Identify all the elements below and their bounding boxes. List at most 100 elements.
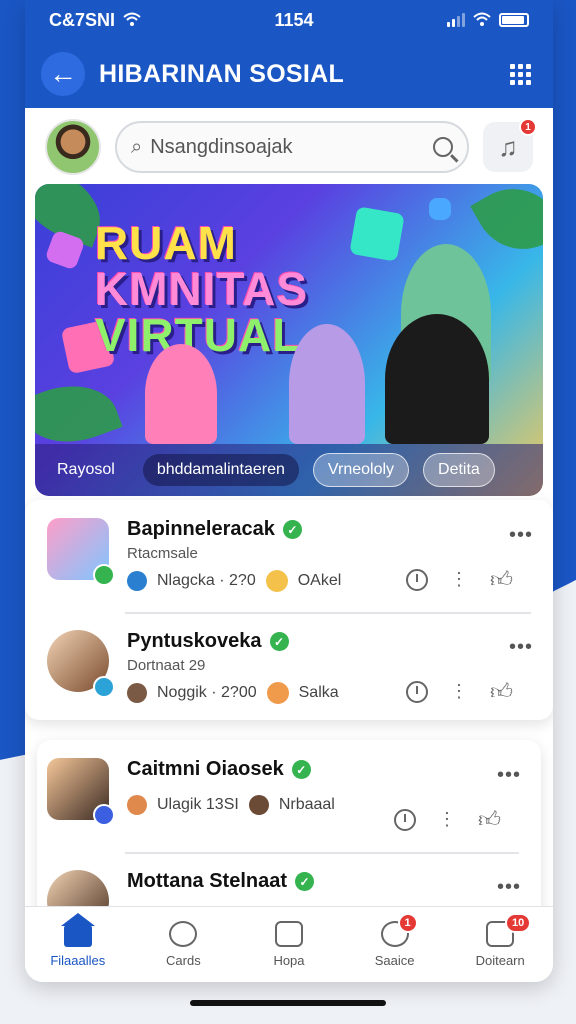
music-note-icon: ♫	[498, 131, 518, 162]
featured-banner[interactable]: RUAM KMNITAS VIRTUAL Rayosol bhddamalint…	[35, 184, 543, 496]
banner-chip[interactable]: Rayosol	[47, 454, 129, 486]
gem-icon	[429, 198, 451, 220]
carrier-label: C&7SNI	[49, 9, 116, 30]
post-subtitle: Dortnaat 29	[127, 657, 206, 674]
search-row: ⌕ Nsangdinsoajak ♫ 1	[25, 108, 553, 184]
verified-icon: ✓	[295, 872, 315, 891]
title-bar: ← HIBARINAN SOSIAL	[25, 40, 553, 108]
app-header: C&7SNI 1154 ← HIBARINAN SOSIAL	[25, 0, 553, 108]
search-placeholder: Nsangdinsoajak	[150, 135, 293, 158]
banner-title: RUAM KMNITAS VIRTUAL	[95, 217, 309, 361]
vertical-dots-icon[interactable]: ⋮	[438, 809, 456, 830]
child-figure	[289, 324, 365, 444]
post-thumbnail[interactable]	[47, 518, 115, 586]
clock-icon[interactable]	[406, 680, 428, 703]
commenter-avatar	[248, 795, 269, 815]
thumbs-up-icon[interactable]: 👍︎	[478, 806, 501, 833]
notification-badge: 1	[397, 913, 418, 933]
commenter-avatar	[127, 571, 147, 591]
adult-figure	[385, 314, 489, 444]
more-options-icon[interactable]: •••	[497, 876, 521, 899]
post-meta-right: OAkel	[297, 572, 342, 589]
vertical-dots-icon[interactable]: ⋮	[450, 569, 468, 590]
more-options-icon[interactable]: •••	[497, 764, 521, 787]
search-input[interactable]: ⌕ Nsangdinsoajak	[115, 121, 469, 173]
game-tile-icon	[349, 206, 405, 262]
vertical-dots-icon[interactable]: ⋮	[450, 681, 468, 702]
post-author: Bapinneleracak	[127, 518, 275, 540]
divider	[125, 852, 519, 854]
bottom-nav: Filaaalles Cards Hopa 1 Saaice 10 Doitea…	[25, 906, 553, 982]
nav-item-doitearn[interactable]: 10 Doitearn	[455, 913, 545, 968]
back-arrow-icon: ←	[49, 58, 77, 89]
clock-icon[interactable]	[394, 808, 416, 831]
feed-card: Bapinneleracak ✓ Rtacmsale Nlagcka · 2?0 …	[25, 500, 553, 720]
verified-icon: ✓	[282, 520, 302, 539]
wifi-icon	[123, 10, 141, 31]
commenter-avatar	[127, 683, 147, 703]
post-meta-left: Ulagik 13SI	[157, 796, 239, 813]
verified-icon: ✓	[269, 632, 289, 651]
post-subtitle: Rtacmsale	[127, 545, 198, 562]
nav-item-cards[interactable]: Cards	[138, 921, 228, 968]
nav-item-saaice[interactable]: 1 Saaice	[350, 913, 440, 968]
chat-bubble-icon	[169, 921, 198, 947]
nav-item-hopa[interactable]: Hopa	[244, 921, 334, 968]
app-title: HIBARINAN SOSIAL	[99, 59, 345, 88]
search-icon[interactable]	[433, 137, 453, 157]
post-meta-left: Noggik · 2?00	[157, 684, 257, 701]
grid-menu-icon[interactable]	[510, 63, 531, 85]
post-author: Mottana Stelnaat	[127, 870, 288, 892]
thumbs-up-icon[interactable]: 👍︎	[490, 678, 513, 705]
wifi-status-icon	[473, 10, 491, 31]
online-indicator	[93, 676, 115, 698]
online-indicator	[93, 804, 115, 826]
post-meta-right: Salka	[298, 684, 339, 701]
music-badge: 1	[519, 118, 537, 136]
banner-chip[interactable]: Detita	[423, 453, 495, 487]
banner-chip-bar: Rayosol bhddamalintaeren Vrneololy Detit…	[35, 444, 543, 496]
home-icon	[60, 913, 95, 947]
emoji-icon	[266, 682, 289, 704]
divider	[125, 612, 531, 614]
nav-label: Filaaalles	[50, 953, 106, 968]
user-avatar[interactable]	[45, 119, 101, 175]
leaf-decoration	[470, 184, 543, 267]
back-button[interactable]: ←	[41, 52, 85, 96]
post-thumbnail[interactable]	[47, 630, 115, 698]
post-meta-right: Nrbaaal	[278, 796, 335, 813]
post-meta-left: Nlagcka · 2?0	[157, 572, 256, 589]
status-time: 1154	[274, 9, 314, 30]
nav-label: Doitearn	[475, 953, 525, 968]
signal-icon	[446, 13, 465, 27]
camera-icon	[274, 921, 303, 947]
nav-label: Cards	[166, 953, 201, 968]
verified-icon: ✓	[291, 760, 311, 779]
clock-icon[interactable]	[406, 568, 428, 591]
post-author: Caitmni Oiaosek	[127, 758, 284, 780]
feed-post[interactable]: Bapinneleracak ✓ Rtacmsale Nlagcka · 2?0 …	[25, 500, 553, 612]
feed-post[interactable]: Caitmni Oiaosek ✓ Ulagik 13SI Nrbaaal •••…	[37, 740, 541, 852]
home-indicator[interactable]	[190, 1000, 386, 1006]
more-options-icon[interactable]: •••	[509, 636, 533, 659]
search-prefix-icon: ⌕	[131, 135, 143, 158]
post-author: Pyntuskoveka	[127, 630, 262, 652]
more-options-icon[interactable]: •••	[509, 524, 533, 547]
commenter-avatar	[127, 795, 147, 815]
child-figure	[145, 344, 217, 444]
banner-chip[interactable]: Vrneololy	[312, 453, 410, 487]
emoji-icon	[265, 570, 288, 592]
nav-item-home[interactable]: Filaaalles	[33, 913, 123, 968]
music-button[interactable]: ♫ 1	[483, 118, 537, 172]
feed-post[interactable]: Pyntuskoveka ✓ Dortnaat 29 Noggik · 2?00 …	[25, 612, 553, 724]
online-indicator	[93, 564, 115, 586]
battery-icon	[498, 13, 529, 27]
thumbs-up-icon[interactable]: 👍︎	[490, 566, 513, 593]
notification-badge: 10	[505, 913, 532, 933]
app-screen: C&7SNI 1154 ← HIBARINAN SOSIAL ⌕ Nsangdi…	[25, 0, 553, 982]
post-thumbnail[interactable]	[47, 758, 115, 826]
nav-label: Hopa	[273, 953, 305, 968]
status-bar: C&7SNI 1154	[25, 0, 553, 40]
banner-chip[interactable]: bhddamalintaeren	[142, 454, 299, 486]
nav-label: Saaice	[374, 953, 415, 968]
